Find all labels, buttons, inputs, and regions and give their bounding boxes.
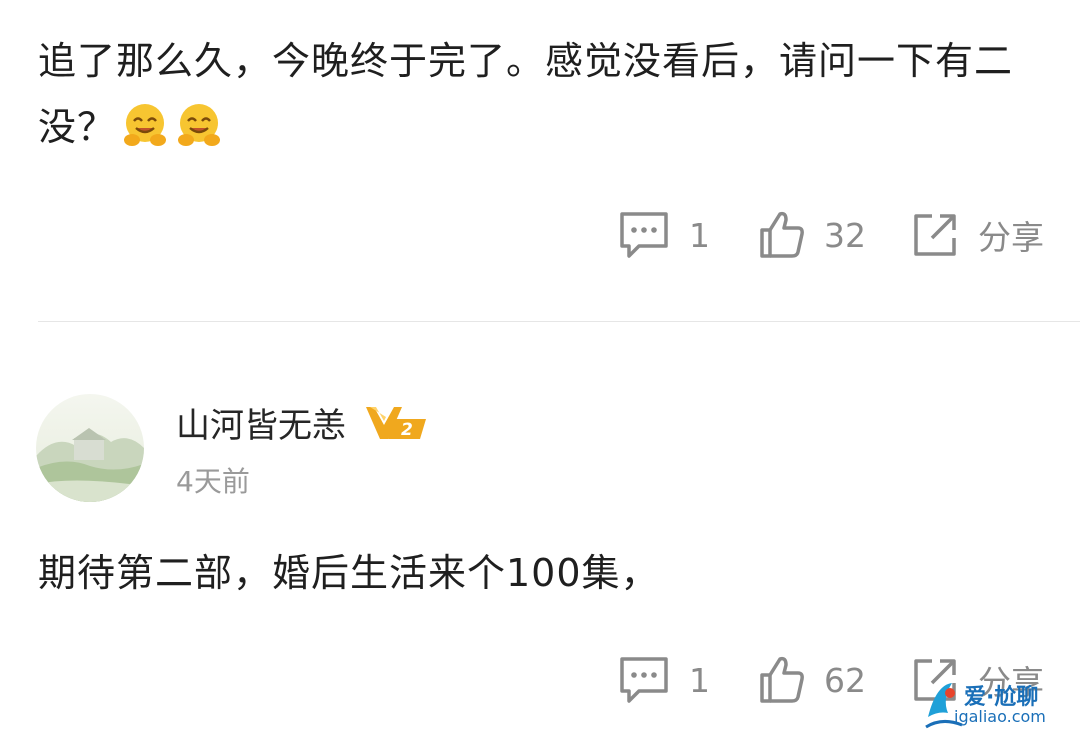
username[interactable]: 山河皆无恙: [176, 398, 346, 447]
vip-badge-icon: 2: [366, 406, 426, 440]
comment-2-author: 山河皆无恙 2: [176, 398, 428, 447]
reply-button[interactable]: 1: [617, 655, 710, 705]
comment-bubble-icon: [620, 657, 668, 703]
comment-2-time: 4天前: [176, 465, 250, 498]
comment-bubble-icon: [620, 212, 668, 258]
like-count: 32: [824, 215, 866, 255]
share-label: 分享: [978, 218, 1044, 257]
like-button[interactable]: 62: [758, 655, 866, 705]
thumbs-up-icon: [760, 211, 804, 258]
share-button[interactable]: 分享: [910, 210, 1044, 260]
comment-divider: [38, 321, 1080, 322]
hug-emoji-icon: [178, 104, 221, 146]
site-watermark: 爱·尬聊 igaliao.com: [922, 675, 1072, 739]
avatar[interactable]: [36, 394, 144, 502]
hug-emoji-icon: [124, 104, 167, 146]
avatar-image: [36, 394, 144, 502]
comment-2-text: 期待第二部，婚后生活来个100集，: [38, 551, 660, 595]
reply-button[interactable]: 1: [617, 210, 710, 260]
comment-1-body: 追了那么久，今晚终于完了。感觉没看后，请问一下有二没？: [38, 28, 1038, 160]
like-button[interactable]: 32: [758, 210, 866, 260]
comment-feed: 追了那么久，今晚终于完了。感觉没看后，请问一下有二没？ 1 32 分享 山河皆无…: [0, 0, 1080, 739]
comment-1-actions: 1 32 分享: [617, 210, 1044, 260]
reply-count: 1: [689, 215, 710, 255]
reply-count: 1: [689, 660, 710, 700]
watermark-url: igaliao.com: [954, 707, 1046, 726]
thumbs-up-icon: [760, 656, 804, 703]
like-count: 62: [824, 660, 866, 700]
svg-text:2: 2: [401, 420, 413, 440]
share-icon: [914, 214, 956, 256]
